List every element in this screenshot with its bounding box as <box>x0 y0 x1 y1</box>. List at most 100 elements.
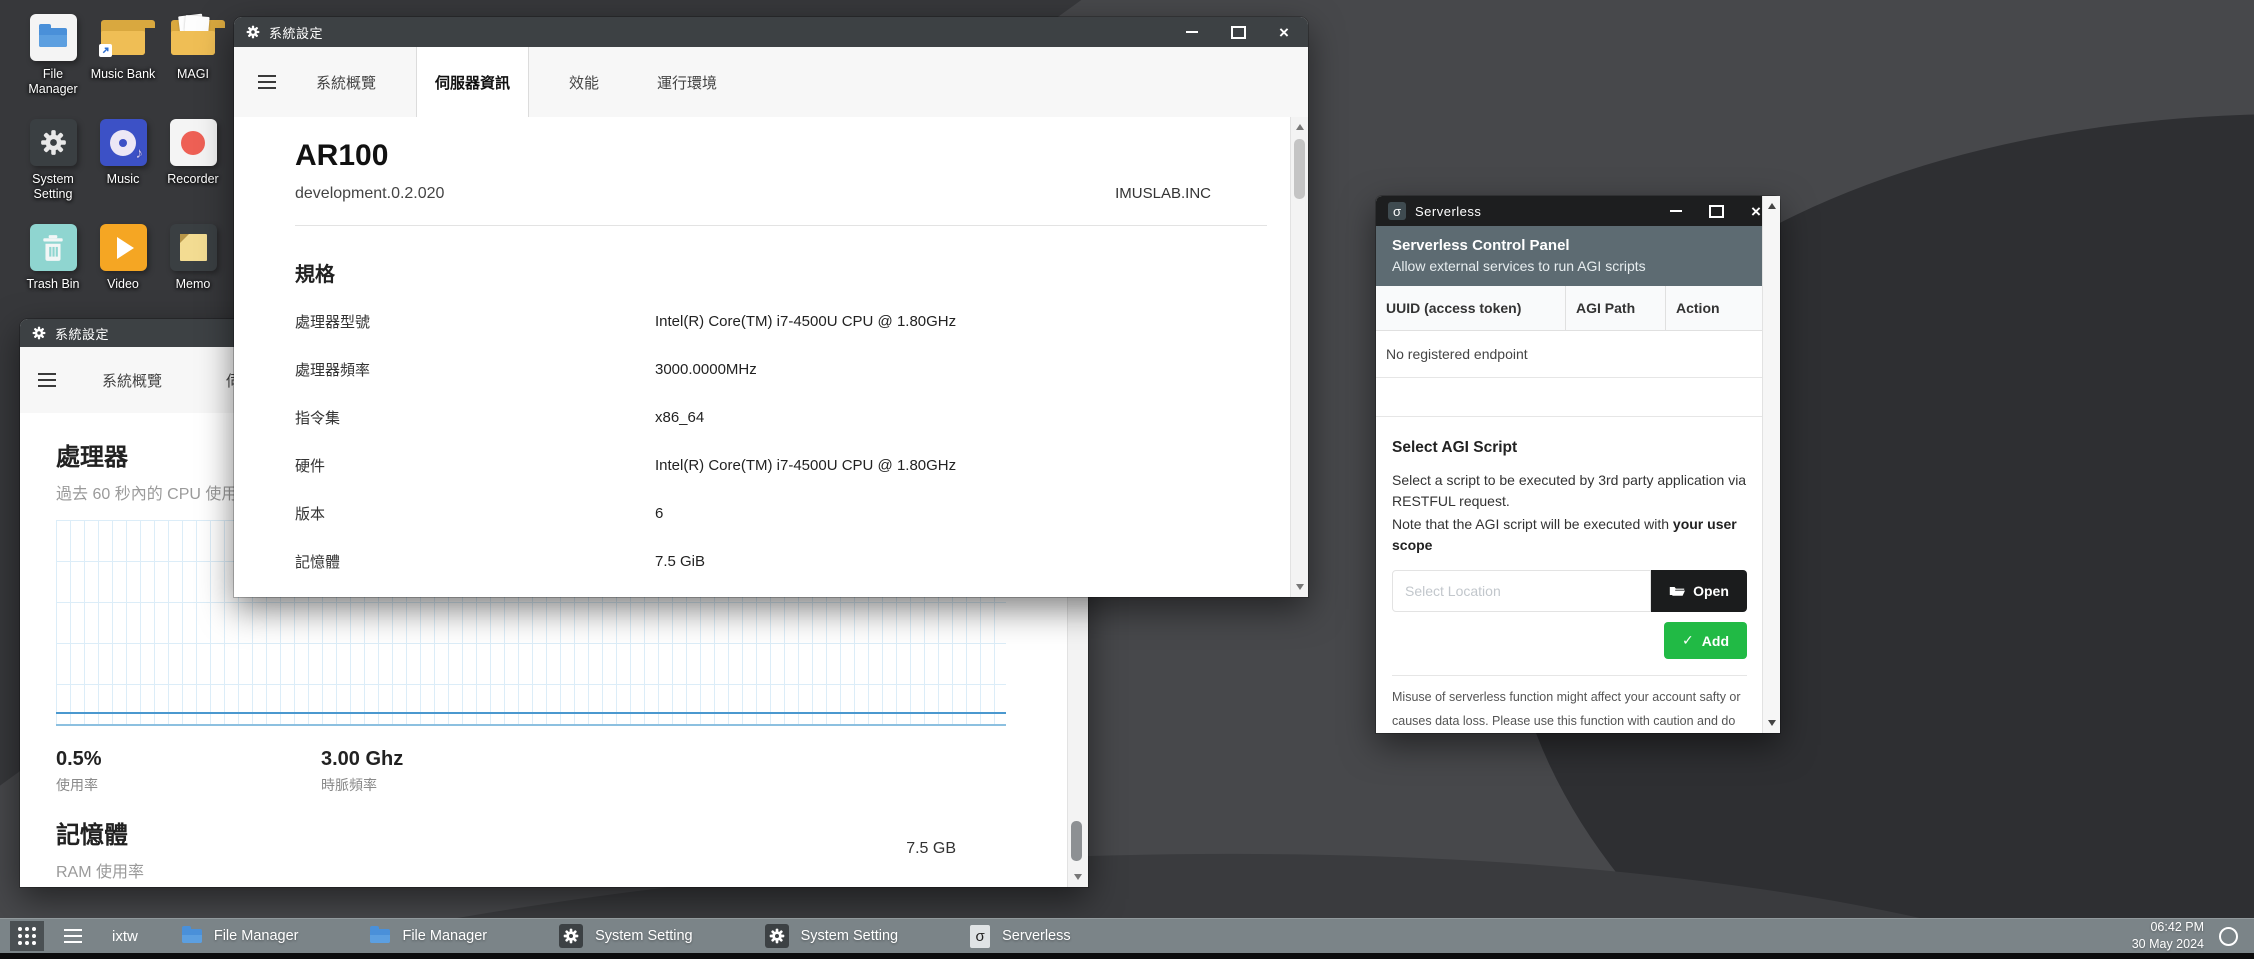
window-serverless: σ Serverless × Serverless Control Panel … <box>1376 196 1780 733</box>
divider <box>1392 675 1747 676</box>
ram-section-header: 記憶體 RAM 使用率 7.5 GB <box>56 815 1006 882</box>
cpu-clock-value: 3.00 Ghz <box>321 748 586 771</box>
window-titlebar[interactable]: σ Serverless × <box>1376 196 1780 226</box>
add-button[interactable]: ✓ Add <box>1664 622 1747 659</box>
gear-icon <box>30 119 77 166</box>
hostname: AR100 <box>295 139 1211 173</box>
desktop-icon-file-manager[interactable]: File Manager <box>18 14 88 119</box>
gear-icon <box>246 25 260 39</box>
scroll-up-arrow[interactable] <box>1763 198 1780 214</box>
minimize-button[interactable] <box>1668 203 1684 219</box>
shortcut-arrow-icon <box>99 44 112 57</box>
spec-row-cpu-frequency: 處理器頻率 3000.0000MHz <box>234 345 1291 393</box>
desktop-icon-music-bank[interactable]: Music Bank <box>88 14 158 119</box>
scroll-down-arrow[interactable] <box>1068 869 1088 885</box>
serverless-panel: Serverless Control Panel Allow external … <box>1376 226 1780 733</box>
spec-row-version: 版本 6 <box>234 489 1291 537</box>
menu-icon[interactable] <box>258 75 276 89</box>
gear-icon <box>765 924 789 948</box>
maximize-button[interactable] <box>1708 203 1724 219</box>
open-button[interactable]: Open <box>1651 570 1747 612</box>
serverless-warning-text: Misuse of serverless function might affe… <box>1392 685 1747 733</box>
endpoint-table-empty-row: No registered endpoint <box>1376 331 1763 378</box>
maximize-button[interactable] <box>1230 24 1246 40</box>
column-uuid: UUID (access token) <box>1376 286 1566 330</box>
status-circle-icon[interactable] <box>2219 927 2238 946</box>
script-location-row: Open <box>1392 570 1747 612</box>
tab-performance[interactable]: 效能 <box>551 47 617 117</box>
music-bank-folder-icon <box>100 14 147 61</box>
tab-system-overview[interactable]: 系統概覽 <box>84 347 180 413</box>
endpoint-table-header: UUID (access token) AGI Path Action <box>1376 286 1763 331</box>
folder-icon <box>370 929 390 943</box>
app-launcher-icon[interactable] <box>10 921 44 951</box>
taskbar-item-system-setting-1[interactable]: System Setting <box>559 924 693 948</box>
desktop-icon-magi[interactable]: MAGI <box>158 14 228 119</box>
folder-icon <box>182 929 202 943</box>
taskbar-item-file-manager-2[interactable]: File Manager <box>370 928 487 944</box>
select-script-description-1: Select a script to be executed by 3rd pa… <box>1392 470 1747 512</box>
window-title: 系統設定 <box>55 324 109 343</box>
ram-total-value: 7.5 GB <box>906 840 1006 858</box>
serverless-header-title: Serverless Control Panel <box>1392 237 1747 254</box>
icon-label: Video <box>107 277 139 292</box>
music-note-icon: ♪ <box>136 145 144 162</box>
taskbar-clock[interactable]: 06:42 PM 30 May 2024 <box>2132 919 2204 953</box>
spec-row-memory: 記憶體 7.5 GiB <box>234 537 1291 585</box>
ram-section-title: 記憶體 <box>56 815 144 850</box>
desktop-icon-video[interactable]: Video <box>88 224 158 329</box>
window-titlebar[interactable]: 系統設定 × <box>234 17 1308 47</box>
add-row: ✓ Add <box>1392 622 1747 659</box>
tab-server-info[interactable]: 伺服器資訊 <box>416 47 529 118</box>
icon-label: Recorder <box>167 172 218 187</box>
icon-label: File Manager <box>18 67 88 97</box>
divider <box>295 225 1267 226</box>
scrollbar-thumb[interactable] <box>1071 821 1082 861</box>
close-button[interactable]: × <box>1276 24 1292 40</box>
serverless-icon: σ <box>1388 202 1406 220</box>
vertical-scrollbar[interactable] <box>1290 117 1308 597</box>
taskbar-item-file-manager-1[interactable]: File Manager <box>182 928 299 944</box>
table-spacer <box>1376 378 1763 417</box>
tab-system-overview[interactable]: 系統概覽 <box>298 47 394 117</box>
scroll-down-arrow[interactable] <box>1291 579 1308 595</box>
scroll-down-arrow[interactable] <box>1763 715 1780 731</box>
spec-row-cpu-model: 處理器型號 Intel(R) Core(TM) i7-4500U CPU @ 1… <box>234 297 1291 345</box>
gear-icon <box>32 326 46 340</box>
spec-row-hardware: 硬件 Intel(R) Core(TM) i7-4500U CPU @ 1.80… <box>234 441 1291 489</box>
taskbar: ixtw File Manager File Manager System Se… <box>0 918 2254 959</box>
window-system-setting-front: 系統設定 × 系統概覽 伺服器資訊 效能 運行環境 AR100 developm… <box>234 17 1308 597</box>
minimize-button[interactable] <box>1184 24 1200 40</box>
column-action: Action <box>1666 286 1763 330</box>
taskbar-menu-icon[interactable] <box>64 929 82 943</box>
cpu-clock-label: 時脈頻率 <box>321 775 586 795</box>
specs-section-title: 規格 <box>295 258 1291 287</box>
scroll-up-arrow[interactable] <box>1291 119 1308 135</box>
cpu-usage-line <box>56 712 1006 714</box>
cpu-stats: 0.5% 使用率 3.00 Ghz 時脈頻率 <box>56 748 1068 795</box>
trash-icon <box>30 224 77 271</box>
window-title: Serverless <box>1415 204 1481 219</box>
script-location-input[interactable] <box>1392 570 1651 612</box>
select-agi-script-section: Select AGI Script Select a script to be … <box>1376 439 1763 733</box>
tab-bar: 系統概覽 伺服器資訊 效能 運行環境 <box>234 47 1308 118</box>
file-manager-icon <box>30 14 77 61</box>
spec-row-network: 網卡 1: lo: mtu 65536 qdisc noqueue state … <box>234 585 1291 597</box>
vertical-scrollbar[interactable] <box>1762 196 1780 733</box>
tab-runtime[interactable]: 運行環境 <box>639 47 735 117</box>
menu-icon[interactable] <box>38 373 56 387</box>
play-icon <box>100 224 147 271</box>
username[interactable]: ixtw <box>112 928 138 945</box>
desktop-icon-trash-bin[interactable]: Trash Bin <box>18 224 88 329</box>
cpu-clock-stat: 3.00 Ghz 時脈頻率 <box>321 748 586 795</box>
select-script-description-2: Note that the AGI script will be execute… <box>1392 514 1747 556</box>
open-folder-icon <box>1669 585 1685 597</box>
taskbar-item-serverless[interactable]: σ Serverless <box>970 925 1071 948</box>
scrollbar-thumb[interactable] <box>1294 139 1305 199</box>
build-version: development.0.2.020 <box>295 185 444 203</box>
desktop-icon-system-setting[interactable]: System Setting <box>18 119 88 224</box>
taskbar-item-system-setting-2[interactable]: System Setting <box>765 924 899 948</box>
desktop-icon-recorder[interactable]: Recorder <box>158 119 228 224</box>
desktop-icon-music[interactable]: ♪ Music <box>88 119 158 224</box>
desktop-icon-memo[interactable]: Memo <box>158 224 228 329</box>
